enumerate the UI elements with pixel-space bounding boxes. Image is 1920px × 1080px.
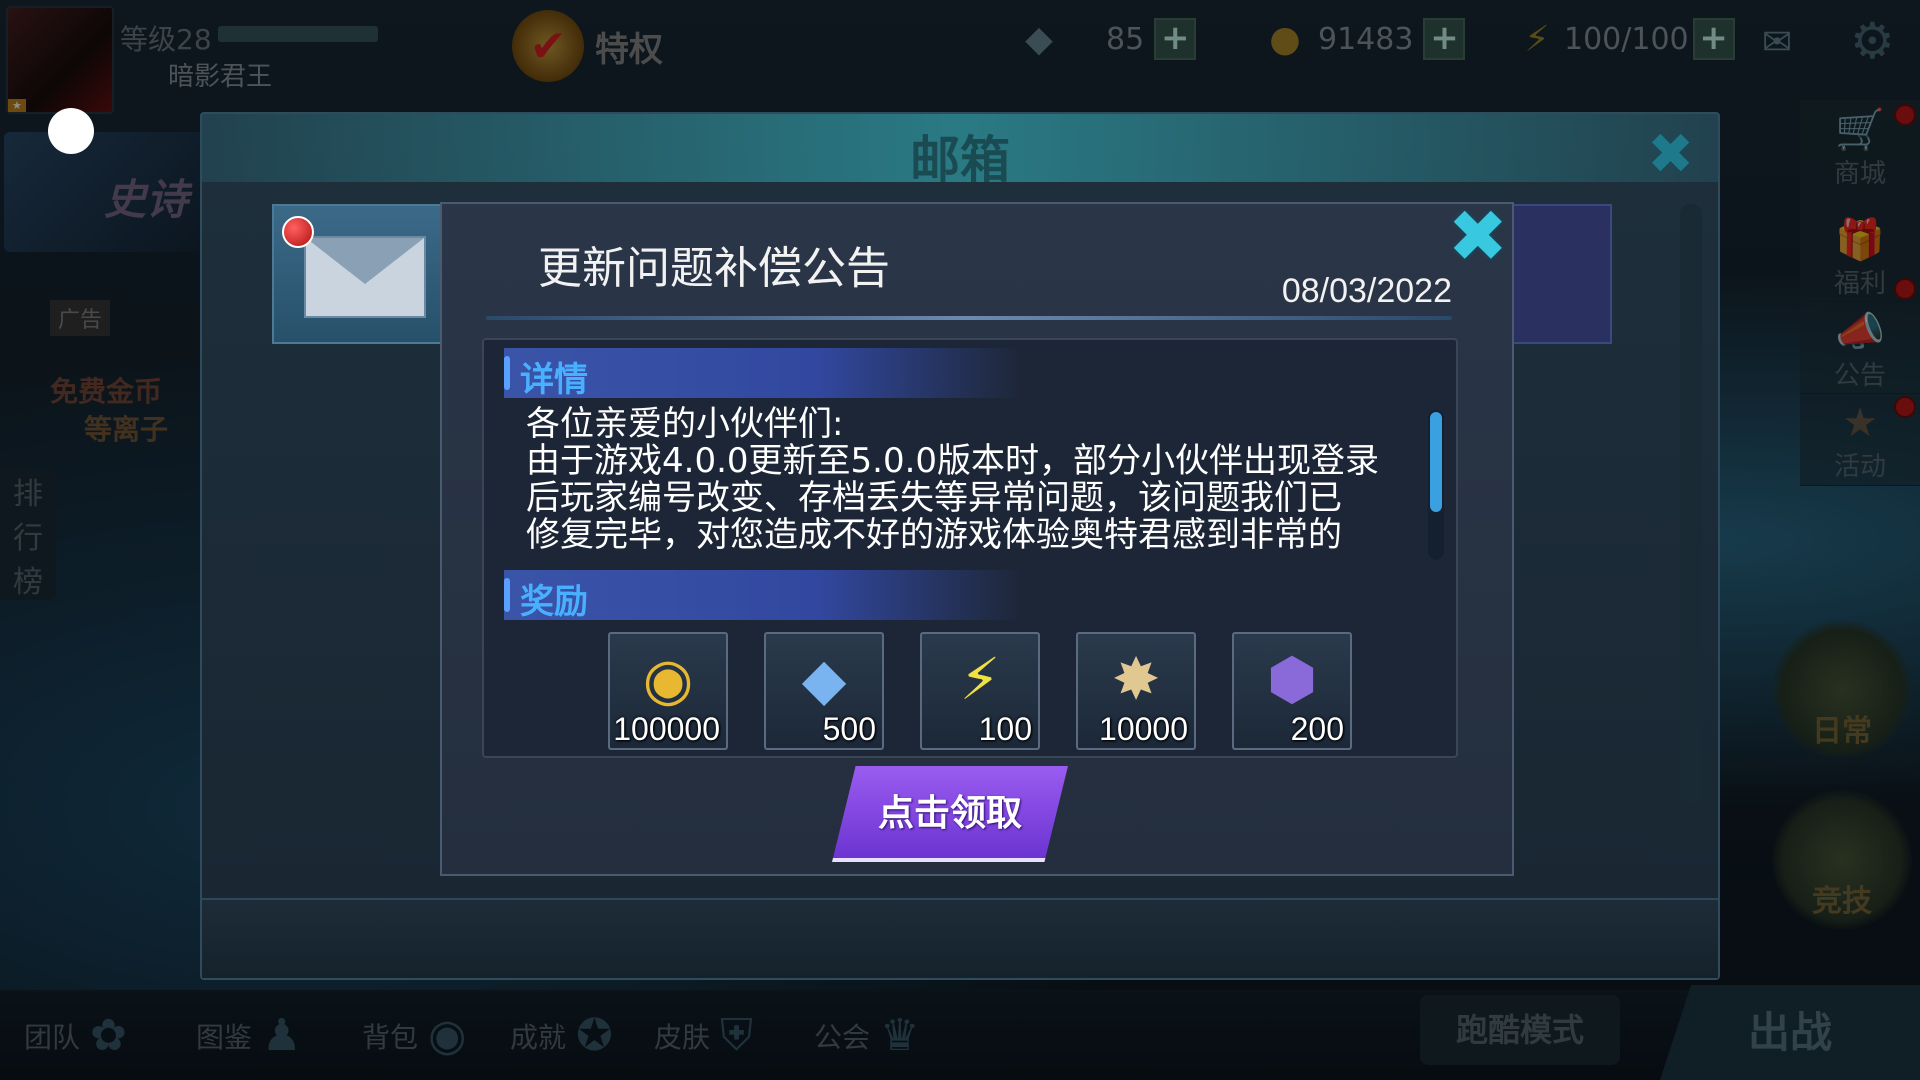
details-section-header: 详情 [504, 348, 1024, 400]
reward-item[interactable]: ⚡ 100 [920, 632, 1040, 750]
touch-indicator [48, 108, 94, 154]
mail-body[interactable]: 各位亲爱的小伙伴们: 由于游戏4.0.0更新至5.0.0版本时，部分小伙伴出现登… [526, 406, 1426, 554]
lightning-icon: ⚡ [959, 645, 1001, 713]
purple-crystal-icon: ⬢ [1266, 645, 1318, 713]
reward-value: 500 [822, 711, 876, 747]
scrollbar-thumb[interactable] [1430, 412, 1442, 512]
reward-value: 10000 [1099, 711, 1188, 747]
reward-value: 100000 [613, 711, 720, 747]
mailbox-title: 邮箱 [910, 131, 1010, 189]
rewards-header: 奖励 [520, 582, 588, 622]
mail-body-line: 由于游戏4.0.0更新至5.0.0版本时，部分小伙伴出现登录 [526, 441, 1380, 481]
rewards-list: ◉ 100000 ◆ 500 ⚡ 100 ✸ 10000 ⬢ 200 [608, 632, 1352, 750]
reward-item[interactable]: ⬢ 200 [1232, 632, 1352, 750]
gold-coins-icon: ◉ [642, 645, 694, 713]
close-icon[interactable]: ✖ [1448, 200, 1508, 272]
unread-dot [282, 216, 314, 248]
details-header: 详情 [520, 360, 588, 400]
reward-item[interactable]: ◆ 500 [764, 632, 884, 750]
mail-date: 08/03/2022 [1281, 272, 1452, 310]
reward-value: 200 [1290, 711, 1344, 747]
rewards-section-header: 奖励 [504, 570, 1024, 622]
mail-content-box: 详情 各位亲爱的小伙伴们: 由于游戏4.0.0更新至5.0.0版本时，部分小伙伴… [482, 338, 1458, 758]
mail-body-line: 修复完毕，对您造成不好的游戏体验奥特君感到非常的 [526, 515, 1342, 554]
envelope-icon [304, 236, 426, 318]
title-divider [486, 316, 1452, 320]
mail-list-item[interactable] [272, 204, 452, 344]
diamonds-icon: ◆ [801, 645, 847, 713]
reward-item[interactable]: ✸ 10000 [1076, 632, 1196, 750]
mail-detail-dialog: 更新问题补偿公告 08/03/2022 ✖ 详情 各位亲爱的小伙伴们: 由于游戏… [440, 200, 1514, 876]
mail-list-item-partial[interactable] [1502, 204, 1612, 344]
mailbox-header: 邮箱 ✖ [202, 114, 1718, 189]
light-orb-icon: ✸ [1111, 645, 1161, 713]
mail-body-line: 后玩家编号改变、存档丢失等异常问题，该问题我们已 [526, 478, 1342, 518]
mailbox-footer [202, 898, 1718, 978]
section-marker [504, 578, 510, 612]
mail-title: 更新问题补偿公告 [538, 243, 890, 294]
body-scrollbar[interactable] [1428, 410, 1444, 560]
mail-body-line: 各位亲爱的小伙伴们: [526, 406, 844, 444]
claim-button[interactable]: 点击领取 [832, 766, 1068, 862]
mailbox-close-icon[interactable]: ✖ [1647, 122, 1694, 187]
mailbox-scrollbar[interactable] [1680, 204, 1702, 804]
reward-item[interactable]: ◉ 100000 [608, 632, 728, 750]
section-marker [504, 356, 510, 390]
reward-value: 100 [978, 711, 1032, 747]
